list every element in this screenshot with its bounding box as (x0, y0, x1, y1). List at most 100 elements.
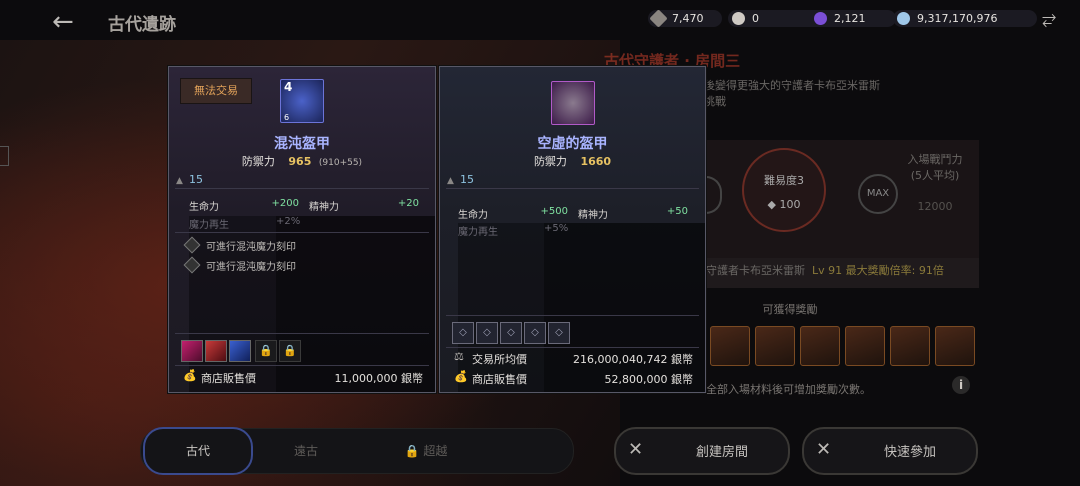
item-tooltip-compare: 空虛的盔甲 防禦力 1660 ▲ 15 生命力 +500 精神力 +50 魔力再生… (439, 66, 706, 393)
entry-power-label-1: 入場戰鬥力 (907, 153, 963, 166)
reward-slot[interactable] (755, 326, 795, 366)
stat-value: +20 (397, 198, 419, 209)
side-drawer-handle[interactable] (0, 146, 9, 166)
item-icon-level: 4 (284, 80, 293, 94)
empty-gem-socket-icon[interactable]: ◇ (452, 322, 474, 344)
tab-ancient[interactable]: 古代 (143, 427, 253, 475)
empty-gem-socket-icon[interactable]: ◇ (500, 322, 522, 344)
shop-price-value: 52,800,000 銀幣 (604, 373, 693, 386)
gem-socket-red[interactable] (205, 340, 227, 362)
create-room-button[interactable]: ✕ 創建房間 (614, 427, 790, 475)
exit-icon[interactable]: ⥂ (1042, 8, 1062, 30)
divider (175, 333, 429, 334)
level-requirement: ▲ 15 (447, 173, 474, 186)
defense-extra: (910+55) (318, 158, 363, 168)
item-name: 混沌盔甲 (274, 136, 330, 152)
money-bag-icon: 💰 (454, 370, 468, 383)
room-desc-line-1: 後變得更強大的守護者卡布亞米雷斯 (704, 79, 880, 92)
empty-gem-socket-icon[interactable]: ◇ (476, 322, 498, 344)
rune-diamond-icon (183, 236, 201, 254)
shop-price-row: 💰 商店販售價 52,800,000 銀幣 (446, 370, 699, 388)
shop-price-label: 商店販售價 (201, 372, 256, 385)
currency-crystal-value: 2,121 (834, 12, 866, 25)
chaos-armor-icon: 4 6 (280, 79, 324, 123)
reward-slot[interactable] (890, 326, 930, 366)
crossed-swords-icon: ✕ (816, 439, 832, 460)
reward-slot[interactable] (800, 326, 840, 366)
boss-level: Lv 91 最大獎勵倍率: 91倍 (812, 264, 944, 277)
empty-gem-socket-icon[interactable]: ◇ (524, 322, 546, 344)
info-icon[interactable]: i (952, 376, 970, 394)
item-icon-sub: 6 (284, 113, 290, 122)
tab-transcend[interactable]: 🔒 超越 (371, 429, 481, 473)
currency-silver-value: 9,317,170,976 (917, 12, 998, 25)
defense-row: 防禦力 965 (910+55) (169, 153, 435, 169)
level-requirement-value: 15 (460, 173, 474, 186)
entry-power-label: 入場戰鬥力 (5人平均) (900, 152, 970, 184)
shop-price-label: 商店販售價 (472, 373, 527, 386)
tab-transcend-label: 超越 (423, 444, 448, 458)
item-tooltip-equipped: 無法交易 4 6 混沌盔甲 防禦力 965 (910+55) ▲ 15 生命力 +… (168, 66, 436, 393)
stat-value: +200 (271, 198, 299, 209)
level-icon: ▲ (447, 176, 454, 186)
stat-label: 生命力 (458, 210, 488, 221)
defense-value: 965 (288, 155, 312, 168)
untradeable-badge: 無法交易 (180, 78, 252, 104)
lock-icon: 🔒 (255, 340, 277, 362)
defense-label: 防禦力 (241, 155, 275, 168)
quick-join-label: 快速參加 (883, 445, 936, 460)
divider (175, 188, 429, 189)
silver-coin-icon (897, 12, 910, 25)
max-difficulty-button[interactable]: MAX (858, 174, 898, 214)
quick-join-button[interactable]: ✕ 快速參加 (802, 427, 978, 475)
market-price-value: 216,000,040,742 銀幣 (573, 353, 693, 366)
rune-slot: 可進行混沌魔力刻印 (183, 256, 296, 274)
stat-label: 精神力 (309, 202, 339, 213)
lock-icon: 🔒 (279, 340, 301, 362)
void-armor-icon (551, 81, 595, 125)
pearl-icon (732, 12, 745, 25)
divider (446, 315, 699, 316)
market-price-label: 交易所均價 (472, 353, 527, 366)
ore-icon (649, 9, 668, 28)
create-room-label: 創建房間 (695, 445, 748, 460)
room-description: 後變得更強大的守護者卡布亞米雷斯 挑戰 (704, 78, 880, 110)
tab-primeval[interactable]: 遠古 (251, 429, 361, 473)
difficulty-value-text: 100 (779, 198, 801, 211)
difficulty-selector[interactable]: 難易度3 ◆ 100 (742, 148, 826, 232)
reward-slot[interactable] (845, 326, 885, 366)
rune-text: 可進行混沌魔力刻印 (206, 262, 296, 273)
rune-slot: 可進行混沌魔力刻印 (183, 236, 296, 254)
entry-power-label-2: (5人平均) (910, 169, 960, 182)
level-requirement-value: 15 (189, 173, 203, 186)
defense-label: 防禦力 (533, 155, 567, 168)
currency-silver: 9,317,170,976 (893, 10, 1037, 27)
page-title: 古代遺跡 (108, 15, 176, 35)
difficulty-value: ◆ 100 (767, 198, 801, 211)
gem-socket-blue[interactable] (229, 340, 251, 362)
stat-value: +500 (540, 206, 568, 217)
boss-name: 守護者卡布亞米雷斯 (706, 264, 805, 277)
reward-slot[interactable] (935, 326, 975, 366)
crossed-swords-icon: ✕ (628, 439, 644, 460)
rune-text: 可進行混沌魔力刻印 (206, 242, 296, 253)
divider (175, 365, 429, 366)
reward-slot[interactable] (710, 326, 750, 366)
empty-gem-socket-icon[interactable]: ◇ (548, 322, 570, 344)
back-arrow-icon[interactable]: ← (52, 6, 84, 38)
top-bar: ← 古代遺跡 7,470 0 2,121 9,317,170,976 ⥂ (0, 0, 1080, 42)
defense-row: 防禦力 1660 (440, 153, 705, 169)
divider (446, 188, 699, 189)
difficulty-tabs: 古代 遠古 🔒 超越 (140, 427, 574, 475)
stat-value: +50 (666, 206, 688, 217)
crystal-icon (814, 12, 827, 25)
reward-footnote: 全部入場材料後可增加獎勵次數。 (706, 383, 871, 396)
level-icon: ▲ (176, 176, 183, 186)
divider (446, 347, 699, 348)
divider (175, 232, 429, 233)
rune-diamond-icon (183, 256, 201, 274)
market-price-row: ⚖ 交易所均價 216,000,040,742 銀幣 (446, 350, 699, 368)
scale-icon: ⚖ (454, 350, 464, 363)
currency-crystal: 2,121 (810, 10, 896, 27)
gem-socket-magenta[interactable] (181, 340, 203, 362)
